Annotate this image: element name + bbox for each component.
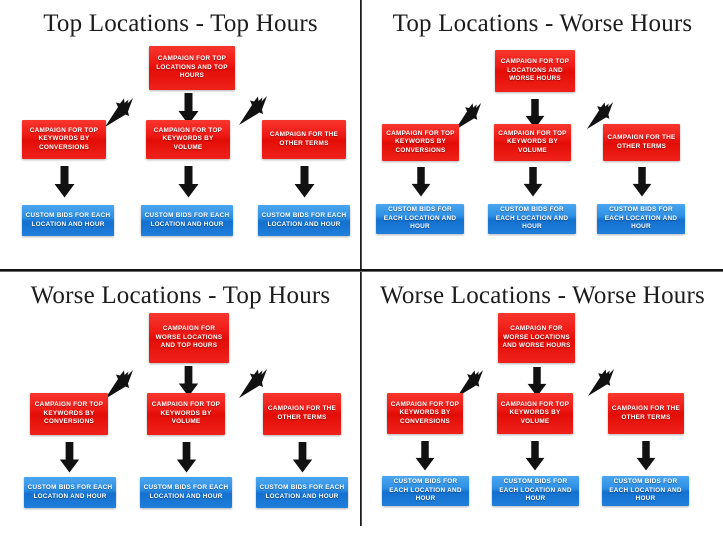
leaf-custom-bids-box[interactable]: CUSTOM BIDS FOR EACH LOCATION AND HOUR [376,204,464,234]
down-left-arrow [104,369,134,400]
leaf-custom-bids-label: CUSTOM BIDS FOR EACH LOCATION AND HOUR [389,478,462,503]
child-campaign-box-conversions[interactable]: CAMPAIGN FOR TOP KEYWORDS BY CONVERSIONS [22,120,106,159]
down-arrow [294,166,315,198]
child-campaign-box-volume[interactable]: CAMPAIGN FOR TOP KEYWORDS BY VOLUME [494,124,571,161]
down-arrow [525,441,545,471]
down-arrow [632,167,652,197]
leaf-custom-bids-label: CUSTOM BIDS FOR EACH LOCATION AND HOUR [609,478,682,503]
down-arrow [523,167,543,197]
quadrant-worse-locations-worse-hours: Worse Locations - Worse Hours CAMPAIGN F… [362,270,723,533]
leaf-custom-bids-box[interactable]: CUSTOM BIDS FOR EACH LOCATION AND HOUR [488,204,576,234]
quadrant-top-locations-top-hours: Top Locations - Top Hours CAMPAIGN FOR T… [0,0,361,263]
leaf-custom-bids-label: CUSTOM BIDS FOR EACH LOCATION AND HOUR [259,483,345,500]
quadrant-title: Top Locations - Top Hours [43,10,318,37]
leaf-custom-bids-box[interactable]: CUSTOM BIDS FOR EACH LOCATION AND HOUR [602,476,689,506]
leaf-custom-bids-label: CUSTOM BIDS FOR EACH LOCATION AND HOUR [144,211,230,228]
leaf-custom-bids-label: CUSTOM BIDS FOR EACH LOCATION AND HOUR [604,206,678,231]
down-arrow [54,166,75,198]
leaf-custom-bids-label: CUSTOM BIDS FOR EACH LOCATION AND HOUR [143,483,229,500]
down-left-arrow [104,97,134,128]
child-campaign-label: CAMPAIGN FOR TOP KEYWORDS BY VOLUME [500,400,570,425]
root-campaign-box[interactable]: CAMPAIGN FOR TOP LOCATIONS AND TOP HOURS [149,46,235,90]
quadrant-top-locations-worse-hours: Top Locations - Worse Hours CAMPAIGN FOR… [362,0,723,263]
leaf-custom-bids-box[interactable]: CUSTOM BIDS FOR EACH LOCATION AND HOUR [597,204,685,234]
root-campaign-label: CAMPAIGN FOR WORSE LOCATIONS AND TOP HOU… [155,325,223,350]
down-arrow [178,166,199,198]
down-arrow [176,442,197,473]
leaf-custom-bids-box[interactable]: CUSTOM BIDS FOR EACH LOCATION AND HOUR [256,477,348,508]
child-campaign-box-conversions[interactable]: CAMPAIGN FOR TOP KEYWORDS BY CONVERSIONS [382,124,459,161]
leaf-custom-bids-box[interactable]: CUSTOM BIDS FOR EACH LOCATION AND HOUR [382,476,469,506]
root-campaign-box[interactable]: CAMPAIGN FOR WORSE LOCATIONS AND WORSE H… [498,313,575,363]
down-arrow [292,442,313,473]
leaf-custom-bids-label: CUSTOM BIDS FOR EACH LOCATION AND HOUR [499,478,572,503]
leaf-custom-bids-box[interactable]: CUSTOM BIDS FOR EACH LOCATION AND HOUR [140,477,232,508]
quadrant-worse-locations-top-hours: Worse Locations - Top Hours CAMPAIGN FOR… [0,270,361,533]
leaf-custom-bids-box[interactable]: CUSTOM BIDS FOR EACH LOCATION AND HOUR [258,205,350,236]
child-campaign-box-other[interactable]: CAMPAIGN FOR THE OTHER TERMS [262,120,346,159]
root-campaign-label: CAMPAIGN FOR TOP LOCATIONS AND WORSE HOU… [500,58,570,83]
leaf-custom-bids-box[interactable]: CUSTOM BIDS FOR EACH LOCATION AND HOUR [492,476,579,506]
child-campaign-box-conversions[interactable]: CAMPAIGN FOR TOP KEYWORDS BY CONVERSIONS [30,393,108,435]
quadrant-title: Worse Locations - Top Hours [30,282,331,309]
down-arrow [411,167,431,197]
diagram-canvas: Top Locations - Top Hours CAMPAIGN FOR T… [0,0,723,526]
child-campaign-label: CAMPAIGN FOR TOP KEYWORDS BY VOLUME [153,126,223,151]
leaf-custom-bids-label: CUSTOM BIDS FOR EACH LOCATION AND HOUR [383,206,457,231]
leaf-custom-bids-label: CUSTOM BIDS FOR EACH LOCATION AND HOUR [27,483,113,500]
child-campaign-label: CAMPAIGN FOR THE OTHER TERMS [611,404,681,421]
child-campaign-box-other[interactable]: CAMPAIGN FOR THE OTHER TERMS [603,124,680,161]
down-arrow [636,441,656,471]
quadrant-title: Top Locations - Worse Hours [392,10,693,37]
child-campaign-box-other[interactable]: CAMPAIGN FOR THE OTHER TERMS [608,393,684,434]
child-campaign-label: CAMPAIGN FOR TOP KEYWORDS BY CONVERSIONS [34,401,104,426]
child-campaign-box-conversions[interactable]: CAMPAIGN FOR TOP KEYWORDS BY CONVERSIONS [387,393,463,434]
quadrant-title: Worse Locations - Worse Hours [380,282,705,309]
child-campaign-box-volume[interactable]: CAMPAIGN FOR TOP KEYWORDS BY VOLUME [146,120,230,159]
child-campaign-label: CAMPAIGN FOR THE OTHER TERMS [269,130,339,147]
child-campaign-label: CAMPAIGN FOR TOP KEYWORDS BY CONVERSIONS [386,129,455,154]
leaf-custom-bids-label: CUSTOM BIDS FOR EACH LOCATION AND HOUR [25,211,111,228]
leaf-custom-bids-box[interactable]: CUSTOM BIDS FOR EACH LOCATION AND HOUR [24,477,116,508]
down-arrow [59,442,80,473]
root-campaign-label: CAMPAIGN FOR WORSE LOCATIONS AND WORSE H… [502,325,571,350]
child-campaign-label: CAMPAIGN FOR THE OTHER TERMS [607,133,676,150]
leaf-custom-bids-box[interactable]: CUSTOM BIDS FOR EACH LOCATION AND HOUR [22,205,114,236]
leaf-custom-bids-box[interactable]: CUSTOM BIDS FOR EACH LOCATION AND HOUR [141,205,233,236]
child-campaign-label: CAMPAIGN FOR TOP KEYWORDS BY VOLUME [151,401,221,426]
root-campaign-box[interactable]: CAMPAIGN FOR WORSE LOCATIONS AND TOP HOU… [149,313,229,363]
root-campaign-box[interactable]: CAMPAIGN FOR TOP LOCATIONS AND WORSE HOU… [495,50,575,92]
child-campaign-label: CAMPAIGN FOR TOP KEYWORDS BY VOLUME [498,129,567,154]
root-campaign-label: CAMPAIGN FOR TOP LOCATIONS AND TOP HOURS [156,55,228,80]
child-campaign-box-volume[interactable]: CAMPAIGN FOR TOP KEYWORDS BY VOLUME [497,393,573,434]
child-campaign-label: CAMPAIGN FOR TOP KEYWORDS BY CONVERSIONS [29,126,99,151]
child-campaign-label: CAMPAIGN FOR THE OTHER TERMS [267,405,337,421]
child-campaign-box-other[interactable]: CAMPAIGN FOR THE OTHER TERMS [263,393,341,435]
child-campaign-box-volume[interactable]: CAMPAIGN FOR TOP KEYWORDS BY VOLUME [147,393,225,435]
leaf-custom-bids-label: CUSTOM BIDS FOR EACH LOCATION AND HOUR [261,211,347,228]
child-campaign-label: CAMPAIGN FOR TOP KEYWORDS BY CONVERSIONS [390,400,460,425]
leaf-custom-bids-label: CUSTOM BIDS FOR EACH LOCATION AND HOUR [495,206,569,231]
down-arrow [415,441,435,471]
